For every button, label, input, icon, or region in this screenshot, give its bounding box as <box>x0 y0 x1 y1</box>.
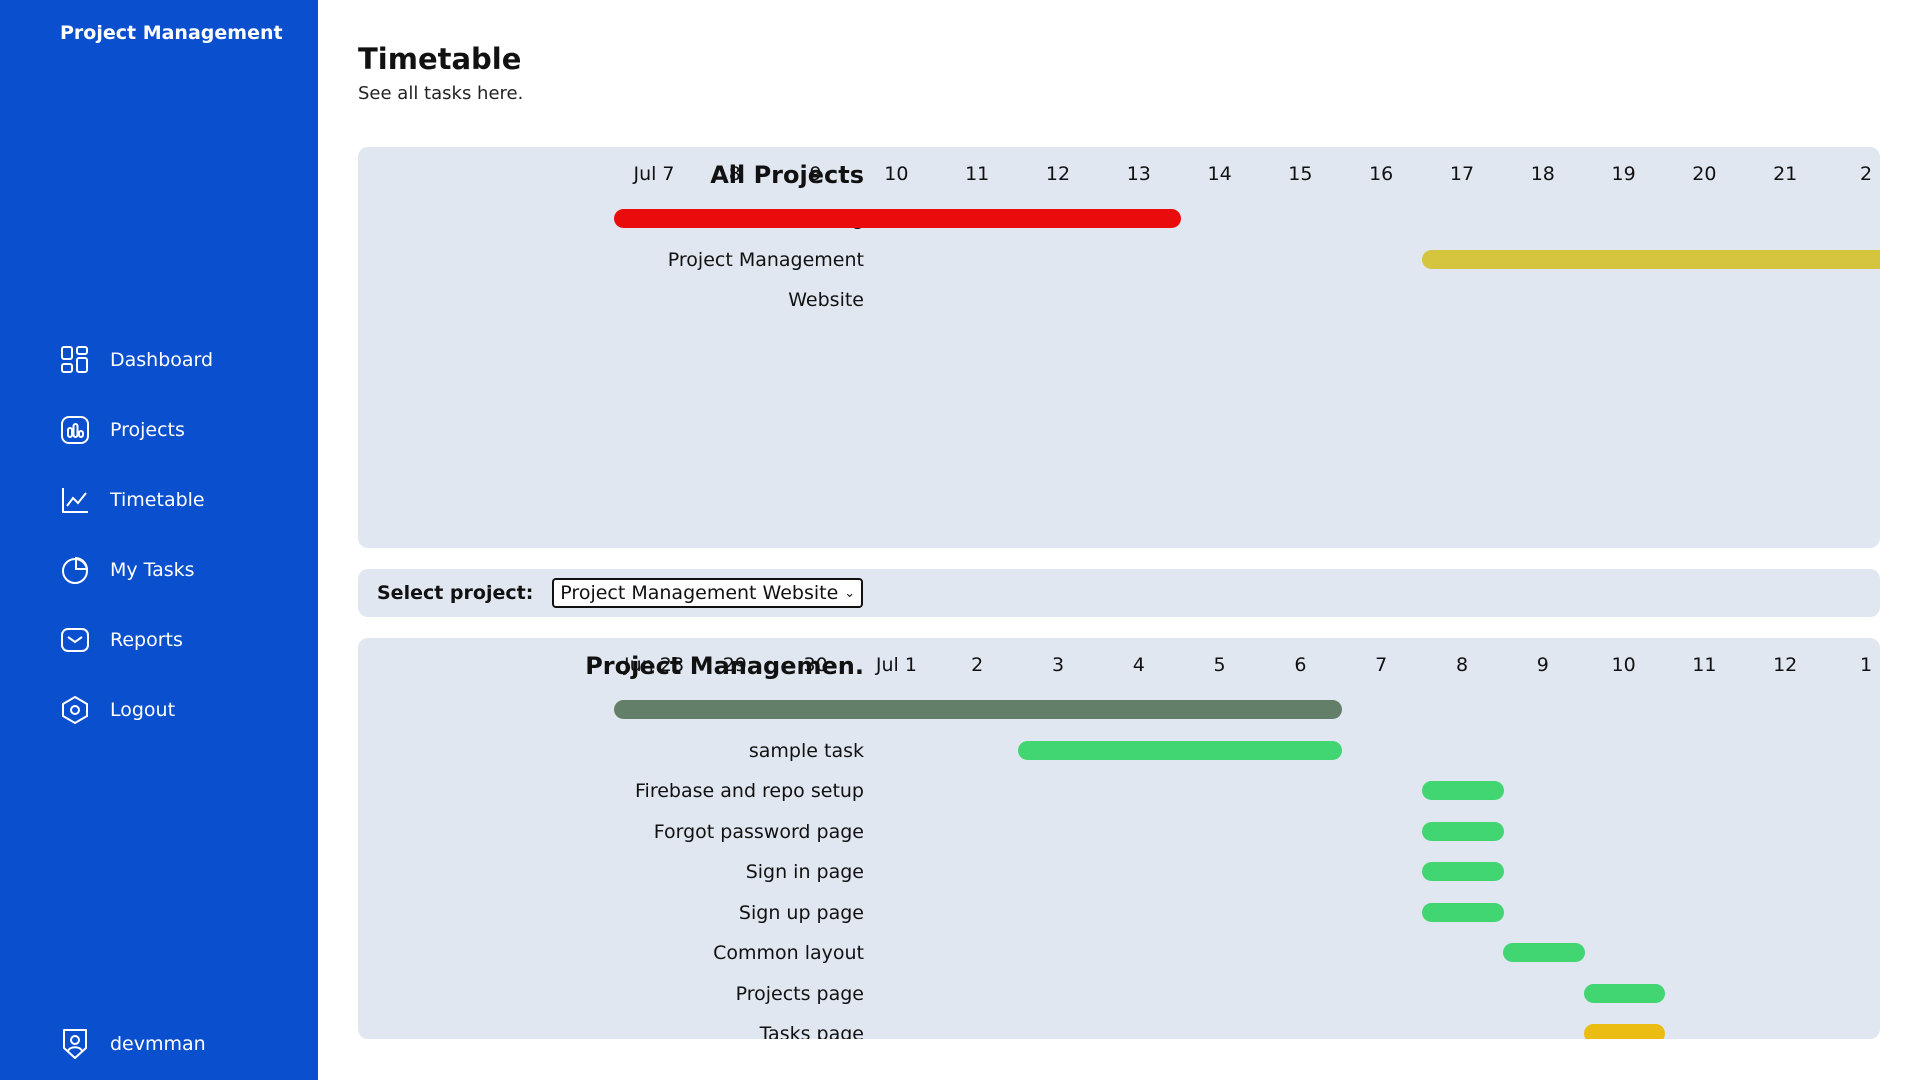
sidebar-item-projects[interactable]: Projects <box>60 410 185 450</box>
timeline-tick: 11 <box>965 163 990 185</box>
timeline-tick: 18 <box>1530 163 1555 185</box>
timeline-tick: 10 <box>1611 654 1636 676</box>
timeline-tick: 4 <box>1132 654 1145 676</box>
sidebar: Project Management Dashboard Projects Ti… <box>0 0 318 1080</box>
user-shield-icon <box>63 1029 87 1059</box>
timeline-tick: 19 <box>1611 163 1636 185</box>
sidebar-item-label: Projects <box>110 419 185 441</box>
app-brand: Project Management <box>60 22 283 44</box>
timeline-row-label: Sign up page <box>738 901 864 924</box>
logout-icon <box>62 695 88 725</box>
timeline-task-bar[interactable] <box>1583 1024 1666 1039</box>
tasks-icon <box>62 556 89 584</box>
timeline-tick: 1 <box>1859 654 1873 676</box>
sidebar-item-timetable[interactable]: Timetable <box>60 480 205 520</box>
timeline-task-bar[interactable] <box>1422 781 1504 800</box>
timeline-row-label: sample task <box>748 739 864 762</box>
timeline-tick: 2 <box>1859 163 1873 185</box>
timeline-tick: 9 <box>1536 654 1549 676</box>
timeline-row-label: Sign in page <box>745 861 864 883</box>
timeline-tick: 3 <box>1051 654 1065 676</box>
timeline-tick: 12 <box>1045 163 1071 185</box>
timeline-task-bar[interactable] <box>614 209 1181 228</box>
sidebar-item-my-tasks[interactable]: My Tasks <box>60 550 195 590</box>
timeline-task-bar[interactable] <box>1583 983 1666 1003</box>
project-select-value: Project Management Website <box>560 582 839 604</box>
project-selector-bar: Select project: Project Management Websi… <box>358 569 1880 617</box>
timeline-tick: 11 <box>1692 654 1717 676</box>
reports-icon <box>61 628 89 652</box>
timeline-tick: 8 <box>1455 654 1469 676</box>
sidebar-item-label: My Tasks <box>110 559 195 581</box>
timeline-tick: 14 <box>1207 163 1232 185</box>
timeline-tick: 8 <box>728 163 741 185</box>
timeline-tick: 29 <box>722 654 747 676</box>
timeline-row-label: Firebase and repo setup <box>635 780 864 802</box>
timeline-row-label: Project Management <box>667 248 864 271</box>
timeline-tick: 12 <box>1773 654 1798 676</box>
timeline-task-bar[interactable] <box>1502 943 1585 962</box>
sidebar-item-label: Reports <box>110 629 183 651</box>
all-projects-timeline: All Projects Jul 7 8 9 10 11 12 13 14 15 16 17 18 19… <box>358 147 1880 548</box>
timeline-row-label: Forgot password page <box>653 820 864 843</box>
timeline-task-bar[interactable] <box>1422 821 1504 841</box>
timeline-task-bar[interactable] <box>1018 740 1343 760</box>
select-project-label: Select project: <box>377 582 534 604</box>
timeline-tick: 21 <box>1773 163 1798 185</box>
timeline-tick: 30 <box>803 654 828 676</box>
timetable-icon <box>62 488 88 513</box>
dashboard-icon <box>61 346 88 373</box>
sidebar-item-label: Timetable <box>110 489 205 511</box>
timeline-task-bar[interactable] <box>1422 249 1880 269</box>
sidebar-item-logout[interactable]: Logout <box>60 690 175 730</box>
timeline-tick: 13 <box>1126 163 1151 185</box>
timeline-task-bar[interactable] <box>614 700 1343 719</box>
timeline-tick: 15 <box>1288 163 1313 185</box>
timeline-tick: 7 <box>1375 654 1388 676</box>
username: devmman <box>110 1033 206 1055</box>
project-select[interactable]: Project Management Website ⌄ <box>552 578 864 608</box>
timeline-tick: Jun 28 <box>624 654 684 676</box>
timeline-tick: 9 <box>809 163 822 185</box>
timeline-tick: Jul 7 <box>633 163 675 185</box>
timeline-tick: 2 <box>971 654 984 676</box>
timeline-tick: 16 <box>1369 163 1394 185</box>
sidebar-item-reports[interactable]: Reports <box>60 620 183 660</box>
projects-icon <box>61 416 89 444</box>
user-profile[interactable]: devmman <box>60 1028 206 1060</box>
timeline-task-bar[interactable] <box>1422 862 1504 881</box>
timeline-tick: 17 <box>1449 163 1475 185</box>
chevron-down-icon: ⌄ <box>844 585 856 601</box>
timeline-row-label: Tasks page <box>759 1023 864 1039</box>
sidebar-item-label: Dashboard <box>110 349 214 371</box>
timeline-tick: 20 <box>1692 163 1717 185</box>
timeline-task-bar[interactable] <box>1422 902 1504 922</box>
timeline-tick: 6 <box>1294 654 1307 676</box>
timeline-tick: 10 <box>884 163 909 185</box>
project-timeline: Project Managemen. Jun 28 29 30 Jul 1234567… <box>358 638 1880 1039</box>
timeline-tick: Jul 1 <box>875 654 917 676</box>
timeline-row-label: Projects page <box>735 982 864 1005</box>
timeline-tick: 5 <box>1213 654 1226 676</box>
timeline-row-label: Common layout <box>713 942 864 964</box>
page-subtitle: See all tasks here. <box>358 83 524 104</box>
timeline-row-label: Website <box>788 289 864 311</box>
sidebar-item-label: Logout <box>110 699 176 721</box>
page-title: Timetable <box>358 42 522 76</box>
sidebar-item-dashboard[interactable]: Dashboard <box>60 340 213 380</box>
